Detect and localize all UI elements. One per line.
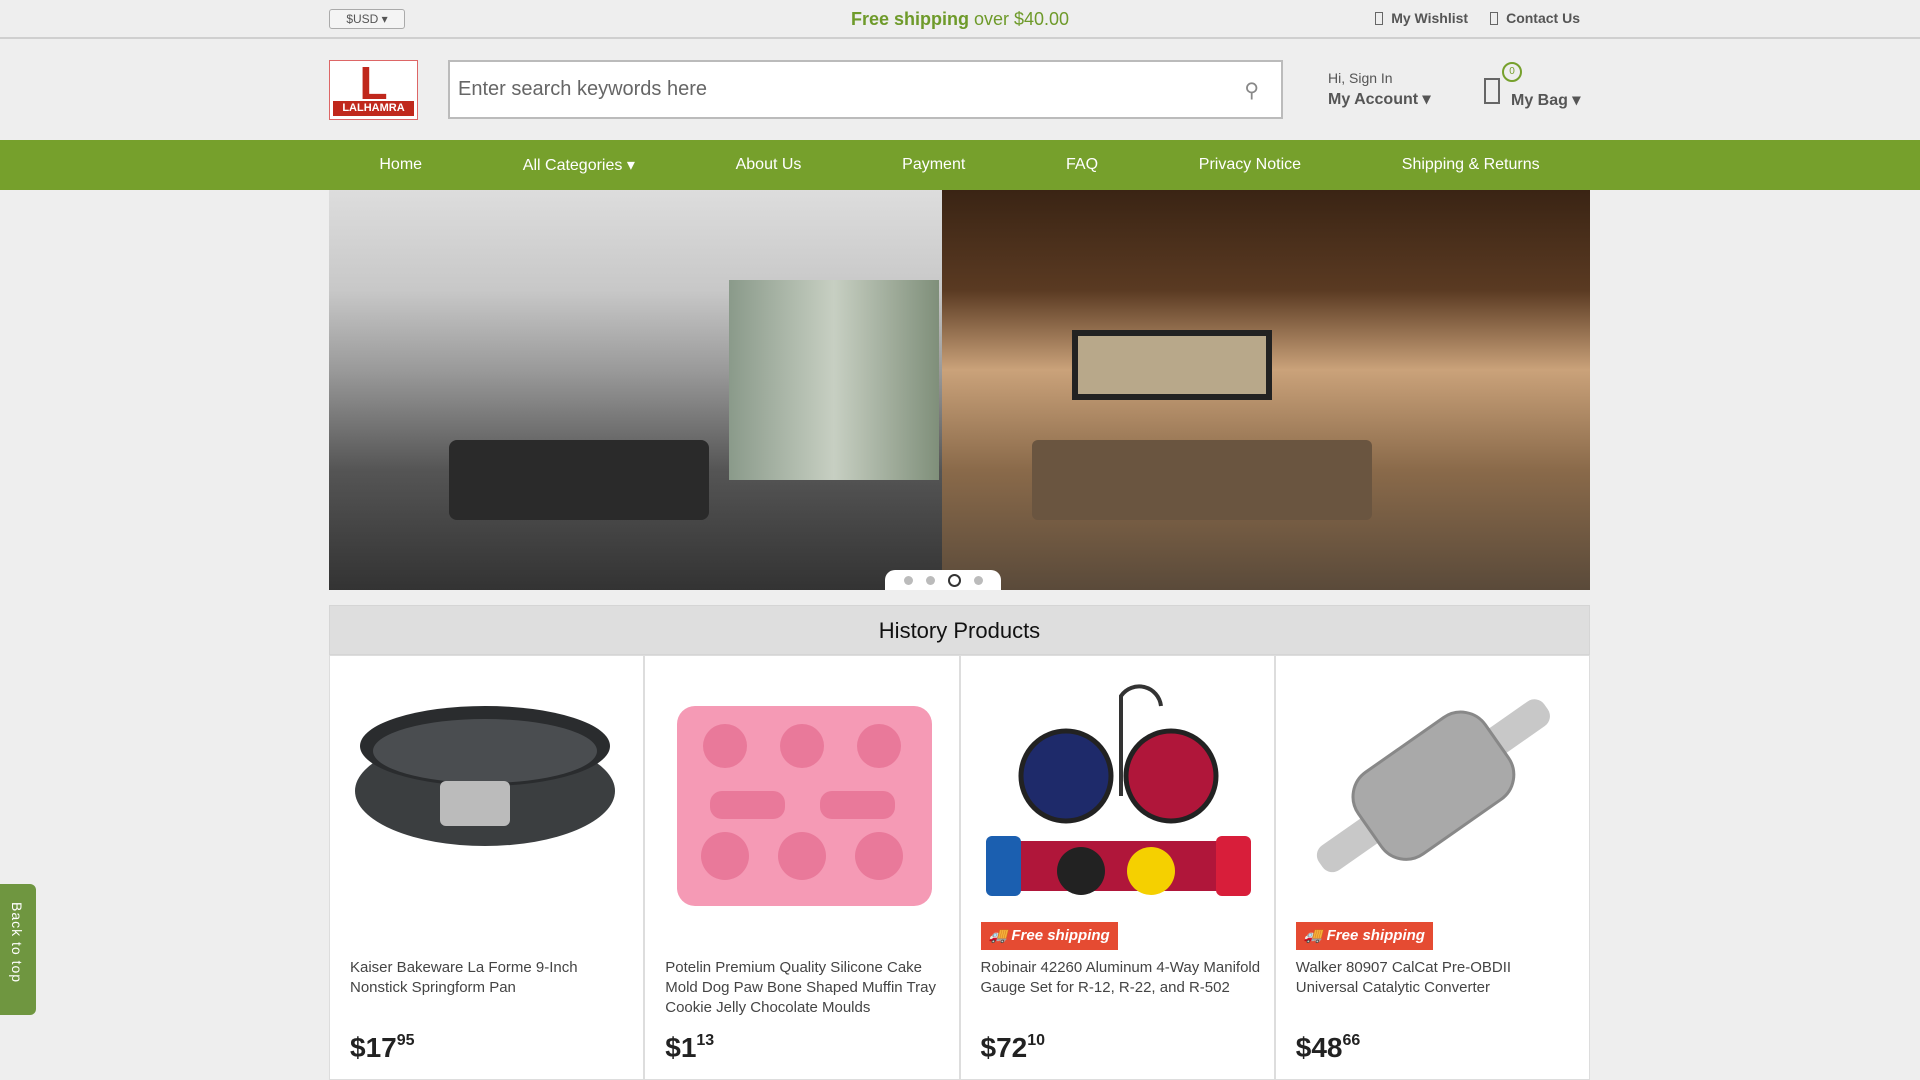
banner-image-modern-living-room <box>329 190 942 590</box>
nav-shipping-returns[interactable]: Shipping & Returns <box>1402 156 1540 174</box>
product-name[interactable]: Kaiser Bakeware La Forme 9-Inch Nonstick… <box>350 958 630 998</box>
product-name[interactable]: Robinair 42260 Aluminum 4-Way Manifold G… <box>981 958 1261 998</box>
product-image <box>985 684 1251 896</box>
heart-icon <box>1375 12 1384 25</box>
nav-all-categories[interactable]: All Categories ▾ <box>523 155 635 175</box>
account-menu[interactable]: Hi, Sign In My Account ▾ <box>1328 70 1431 109</box>
product-price: $1795 <box>350 1032 415 1063</box>
product-card[interactable]: 🚚 Free shipping Robinair 42260 Aluminum … <box>959 655 1275 1080</box>
logo[interactable]: L LALHAMRA <box>329 60 418 120</box>
banner-image-classic-living-room <box>942 190 1590 590</box>
back-to-top-button[interactable]: Back to top <box>0 884 36 1015</box>
product-grid: Kaiser Bakeware La Forme 9-Inch Nonstick… <box>329 655 1590 1080</box>
carousel-dot[interactable] <box>925 575 935 585</box>
nav-about-us[interactable]: About Us <box>736 156 802 174</box>
product-image <box>355 706 615 846</box>
bag-count-badge: 0 <box>1502 62 1522 82</box>
hero-carousel[interactable] <box>329 190 1590 590</box>
free-shipping-badge: 🚚 Free shipping <box>1295 922 1433 950</box>
contact-link[interactable]: Contact Us <box>1490 10 1580 26</box>
product-name[interactable]: Potelin Premium Quality Silicone Cake Mo… <box>665 958 945 1018</box>
free-shipping-badge: 🚚 Free shipping <box>980 922 1118 950</box>
search-icon[interactable]: ⚲ <box>1244 78 1259 103</box>
carousel-dot[interactable] <box>903 575 913 585</box>
product-image <box>677 706 933 906</box>
search-input[interactable] <box>450 62 1210 117</box>
carousel-dot[interactable] <box>973 575 983 585</box>
product-card[interactable]: Kaiser Bakeware La Forme 9-Inch Nonstick… <box>329 655 645 1080</box>
search-box: ⚲ <box>448 60 1283 119</box>
product-image <box>1316 699 1550 873</box>
carousel-dot-active[interactable] <box>947 573 961 587</box>
product-card[interactable]: Potelin Premium Quality Silicone Cake Mo… <box>644 655 960 1080</box>
phone-icon <box>1490 12 1499 25</box>
nav-payment[interactable]: Payment <box>902 156 965 174</box>
main-nav: Home All Categories ▾ About Us Payment F… <box>0 140 1920 190</box>
top-bar: $USD ▾ Free shipping over $40.00 My Wish… <box>0 0 1920 39</box>
product-name[interactable]: Walker 80907 CalCat Pre-OBDII Universal … <box>1296 958 1576 998</box>
wishlist-link[interactable]: My Wishlist <box>1375 10 1468 26</box>
nav-privacy-notice[interactable]: Privacy Notice <box>1199 156 1301 174</box>
product-price: $113 <box>665 1032 715 1063</box>
product-price: $4866 <box>1295 1032 1361 1063</box>
bag-icon <box>1484 78 1500 104</box>
product-price: $7210 <box>980 1032 1046 1063</box>
carousel-dots <box>885 570 1001 590</box>
section-title: History Products <box>329 605 1590 655</box>
free-shipping-banner: Free shipping over $40.00 <box>850 9 1070 29</box>
nav-home[interactable]: Home <box>379 156 422 174</box>
nav-faq[interactable]: FAQ <box>1066 156 1098 174</box>
product-card[interactable]: 🚚 Free shipping Walker 80907 CalCat Pre-… <box>1274 655 1590 1080</box>
